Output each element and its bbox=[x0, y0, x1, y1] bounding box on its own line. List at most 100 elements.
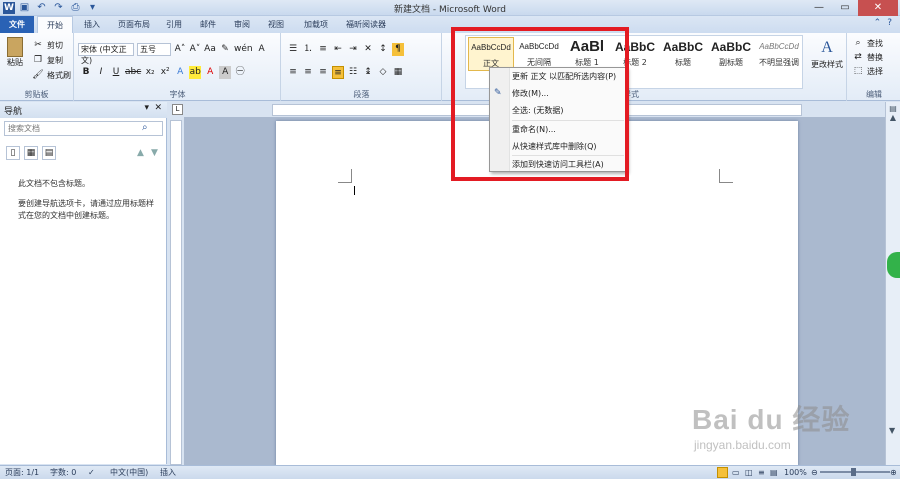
clear-formatting-icon[interactable]: ✎ bbox=[219, 43, 231, 56]
tab-references[interactable]: 引用 bbox=[160, 16, 188, 33]
show-marks-icon[interactable]: ¶ bbox=[392, 43, 404, 56]
window-title: 新建文档 - Microsoft Word bbox=[394, 5, 506, 15]
increase-indent-icon[interactable]: ⇥ bbox=[347, 43, 359, 56]
font-color-icon[interactable]: A bbox=[204, 66, 216, 79]
status-language[interactable]: 中文(中国) bbox=[110, 466, 148, 479]
bold-icon[interactable]: B bbox=[80, 66, 92, 79]
status-mode[interactable]: 插入 bbox=[160, 466, 176, 479]
style-title[interactable]: AaBbC 标题 bbox=[660, 37, 706, 71]
decrease-indent-icon[interactable]: ⇤ bbox=[332, 43, 344, 56]
zoom-out-icon[interactable]: ⊖ bbox=[811, 466, 818, 479]
watermark-url: jingyan.baidu.com bbox=[694, 438, 791, 452]
tab-insert[interactable]: 插入 bbox=[77, 16, 107, 33]
tab-addins[interactable]: 加载项 bbox=[298, 16, 334, 33]
scroll-up-icon[interactable]: ▲ bbox=[886, 113, 900, 122]
tab-file[interactable]: 文件 bbox=[0, 16, 34, 33]
highlight-icon[interactable]: ab bbox=[189, 66, 202, 79]
tab-mailings[interactable]: 邮件 bbox=[194, 16, 222, 33]
nav-close-icon[interactable]: ✕ bbox=[154, 103, 162, 113]
crop-mark-top-left bbox=[338, 169, 352, 183]
enclose-char-icon[interactable]: ㊀ bbox=[234, 66, 246, 79]
select-button[interactable]: ⬚ 选择 bbox=[852, 65, 883, 77]
binoculars-icon: ⌕ bbox=[855, 38, 861, 48]
copy-icon: ❐ bbox=[33, 55, 43, 65]
change-styles-button[interactable]: A 更改样式 bbox=[809, 37, 845, 70]
tab-foxit-reader[interactable]: 福昕阅读器 bbox=[340, 16, 392, 33]
font-size-combo[interactable]: 五号 bbox=[137, 43, 171, 56]
pages-view-icon[interactable]: ▦ bbox=[24, 146, 38, 160]
outline-view-icon[interactable]: ≡ bbox=[758, 466, 765, 479]
borders-icon[interactable]: ▦ bbox=[392, 66, 404, 79]
text-effects-icon[interactable]: A bbox=[174, 66, 186, 79]
nav-view-tabs: ▯ ▦ ▤ bbox=[6, 146, 56, 160]
zoom-slider-knob[interactable] bbox=[851, 468, 856, 476]
nav-search-input[interactable]: 搜索文档 bbox=[4, 121, 163, 136]
ribbon-minimize-icon[interactable]: ⌃ bbox=[874, 18, 882, 28]
nav-header: 导航 ▾ ✕ bbox=[0, 102, 167, 118]
close-button[interactable]: ✕ bbox=[858, 0, 898, 16]
align-right-icon[interactable]: ≡ bbox=[317, 66, 329, 79]
grow-font-icon[interactable]: A˄ bbox=[174, 43, 186, 56]
numbering-icon[interactable]: ⒈ bbox=[302, 43, 314, 56]
draft-view-icon[interactable]: ▤ bbox=[770, 466, 778, 479]
tab-review[interactable]: 审阅 bbox=[228, 16, 256, 33]
search-icon[interactable]: ⌕ bbox=[142, 122, 148, 133]
nav-options-icon[interactable]: ▾ bbox=[144, 103, 149, 113]
distributed-icon[interactable]: ☷ bbox=[347, 66, 359, 79]
tab-page-layout[interactable]: 页面布局 bbox=[112, 16, 156, 33]
status-zoom[interactable]: 100% bbox=[784, 466, 807, 479]
scroll-down-icon[interactable]: ▼ bbox=[889, 426, 895, 435]
vertical-scrollbar[interactable]: ▤ ▲ ▼ bbox=[885, 102, 900, 465]
find-button[interactable]: ⌕ 查找 bbox=[852, 37, 883, 49]
strikethrough-icon[interactable]: abc bbox=[125, 66, 141, 79]
format-painter-button[interactable]: 🖌 格式刷 bbox=[32, 69, 71, 81]
web-view-icon[interactable]: ◫ bbox=[745, 466, 753, 479]
subscript-icon[interactable]: x₂ bbox=[144, 66, 156, 79]
change-case-icon[interactable]: Aa bbox=[204, 43, 216, 56]
shading-icon[interactable]: ◇ bbox=[377, 66, 389, 79]
cut-button[interactable]: ✂ 剪切 bbox=[32, 39, 63, 51]
print-layout-view-icon[interactable] bbox=[717, 467, 728, 478]
tab-view[interactable]: 视图 bbox=[262, 16, 290, 33]
multilevel-list-icon[interactable]: ≡ bbox=[317, 43, 329, 56]
font-name-combo[interactable]: 宋体 (中文正文) bbox=[78, 43, 134, 65]
italic-icon[interactable]: I bbox=[95, 66, 107, 79]
underline-icon[interactable]: U bbox=[110, 66, 122, 79]
tab-selector-icon[interactable]: L bbox=[172, 104, 183, 115]
green-side-tab[interactable] bbox=[887, 252, 900, 278]
status-page[interactable]: 页面: 1/1 bbox=[5, 466, 39, 479]
char-border-icon[interactable]: A bbox=[256, 43, 268, 56]
phonetic-guide-icon[interactable]: wén bbox=[234, 43, 253, 56]
help-icon[interactable]: ? bbox=[887, 18, 892, 28]
style-subtle-emphasis[interactable]: AaBbCcDd 不明显强调 bbox=[756, 37, 802, 71]
ruler-toggle-icon[interactable]: ▤ bbox=[886, 104, 900, 113]
replace-button[interactable]: ⇄ 替换 bbox=[852, 51, 883, 63]
shrink-font-icon[interactable]: A˅ bbox=[189, 43, 201, 56]
line-spacing-icon[interactable]: ↨ bbox=[362, 66, 374, 79]
align-left-icon[interactable]: ≡ bbox=[287, 66, 299, 79]
spelling-icon[interactable]: ✓ bbox=[88, 466, 95, 479]
results-view-icon[interactable]: ▤ bbox=[42, 146, 56, 160]
sort-icon[interactable]: ↕ bbox=[377, 43, 389, 56]
paste-button[interactable]: 粘贴 bbox=[4, 37, 26, 68]
copy-button[interactable]: ❐ 复制 bbox=[32, 54, 63, 66]
zoom-in-icon[interactable]: ⊕ bbox=[890, 466, 897, 479]
char-shading-icon[interactable]: A bbox=[219, 66, 232, 79]
bullets-icon[interactable]: ☰ bbox=[287, 43, 299, 56]
full-screen-view-icon[interactable]: ▭ bbox=[732, 466, 740, 479]
vertical-ruler[interactable] bbox=[170, 120, 182, 465]
nav-next-icon[interactable]: ▼ bbox=[151, 148, 158, 158]
minimize-button[interactable]: — bbox=[806, 0, 832, 16]
align-center-icon[interactable]: ≡ bbox=[302, 66, 314, 79]
style-subtitle[interactable]: AaBbC 副标题 bbox=[708, 37, 754, 71]
tab-home[interactable]: 开始 bbox=[37, 16, 73, 33]
maximize-button[interactable]: ▭ bbox=[832, 0, 858, 16]
nav-prev-icon[interactable]: ▲ bbox=[137, 148, 144, 158]
headings-view-icon[interactable]: ▯ bbox=[6, 146, 20, 160]
justify-icon[interactable]: ≡ bbox=[332, 66, 344, 79]
font-group: 宋体 (中文正文) 五号 A˄ A˅ Aa ✎ wén A B I U abc … bbox=[75, 33, 281, 101]
superscript-icon[interactable]: x² bbox=[159, 66, 171, 79]
chinese-layout-icon[interactable]: ✕ bbox=[362, 43, 374, 56]
status-words[interactable]: 字数: 0 bbox=[50, 466, 76, 479]
nav-create-headings-message: 要创建导航选项卡，请通过应用标题样式在您的文档中创建标题。 bbox=[18, 199, 154, 220]
